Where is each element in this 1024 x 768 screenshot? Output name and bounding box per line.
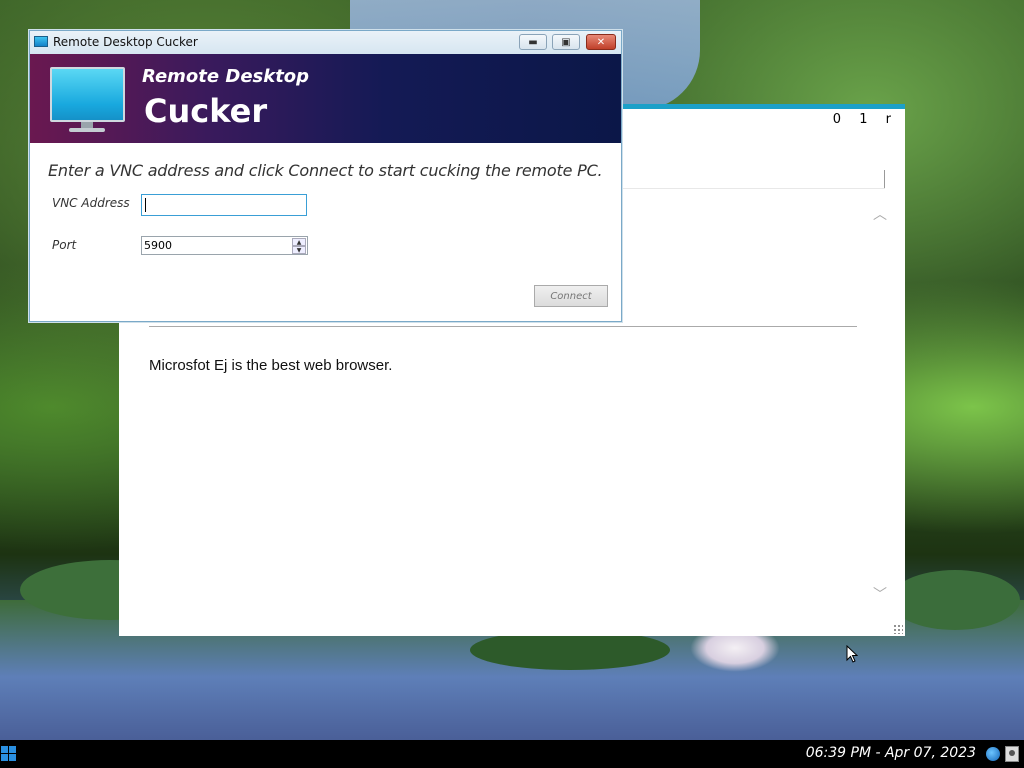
- browser-close-button[interactable]: r: [886, 112, 891, 127]
- spin-up-icon[interactable]: ▲: [292, 238, 306, 246]
- monitor-icon: [34, 36, 48, 47]
- browser-window-controls: 0 1 r: [819, 112, 891, 127]
- wallpaper-flower: [690, 632, 780, 672]
- globe-icon[interactable]: [986, 747, 1000, 761]
- banner-title: Cucker: [144, 92, 268, 130]
- browser-page-text: Microsfot Ej is the best web browser.: [149, 357, 393, 374]
- connect-button[interactable]: Connect: [534, 285, 608, 307]
- wallpaper-lilypad: [470, 630, 670, 670]
- resize-grip-icon[interactable]: [893, 624, 903, 634]
- monitor-icon: [50, 67, 125, 122]
- dialog-title: Remote Desktop Cucker: [53, 35, 198, 49]
- port-stepper[interactable]: ▲ ▼: [141, 236, 308, 255]
- taskbar: 06:39 PM - Apr 07, 2023: [0, 740, 1024, 768]
- dialog-banner: Remote Desktop Cucker: [30, 54, 621, 143]
- user-icon[interactable]: [1005, 746, 1019, 762]
- wallpaper-lilypad: [890, 570, 1020, 630]
- port-label: Port: [52, 238, 77, 252]
- content-divider: [149, 326, 857, 327]
- minimize-icon: ▬: [528, 36, 538, 48]
- spin-down-icon[interactable]: ▼: [292, 246, 306, 254]
- browser-toolbar-divider: [884, 170, 885, 188]
- monitor-base: [69, 128, 105, 132]
- browser-minimize-button[interactable]: 0: [833, 112, 841, 127]
- scroll-up-icon[interactable]: ︿: [873, 204, 887, 224]
- maximize-button[interactable]: ▣: [552, 34, 580, 50]
- browser-scrollbar[interactable]: ︿ ﹀: [873, 204, 887, 604]
- close-button[interactable]: ✕: [586, 34, 616, 50]
- port-input[interactable]: [142, 237, 290, 254]
- instruction-text: Enter a VNC address and click Connect to…: [48, 161, 603, 180]
- vnc-address-label: VNC Address: [52, 196, 130, 210]
- text-caret: [145, 198, 146, 212]
- close-icon: ✕: [596, 36, 606, 48]
- minimize-button[interactable]: ▬: [519, 34, 547, 50]
- taskbar-clock[interactable]: 06:39 PM - Apr 07, 2023: [806, 745, 976, 761]
- banner-subtitle: Remote Desktop: [142, 66, 310, 87]
- browser-maximize-button[interactable]: 1: [859, 112, 867, 127]
- start-icon[interactable]: [1, 746, 17, 762]
- scroll-down-icon[interactable]: ﹀: [873, 584, 887, 604]
- remote-desktop-dialog: Remote Desktop Cucker ▬ ▣ ✕ Remote Deskt…: [29, 30, 622, 322]
- vnc-address-input[interactable]: [141, 194, 307, 216]
- dialog-titlebar[interactable]: Remote Desktop Cucker ▬ ▣ ✕: [30, 31, 621, 55]
- maximize-icon: ▣: [561, 36, 571, 48]
